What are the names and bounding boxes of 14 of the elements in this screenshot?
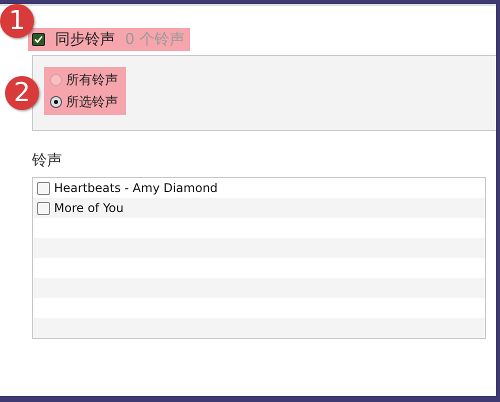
ringtone-count: 0 个铃声 (125, 30, 184, 49)
list-row[interactable]: More of You (33, 198, 485, 218)
ringtone-title: More of You (54, 201, 124, 215)
radio-button[interactable] (50, 96, 62, 108)
callout-badge: 2 (5, 76, 39, 110)
radio-label: 所有铃声 (66, 72, 118, 89)
sync-label: 同步铃声 (55, 30, 115, 49)
row-checkbox[interactable] (37, 202, 50, 214)
sync-checkbox[interactable] (32, 33, 45, 46)
ringtone-title: Heartbeats - Amy Diamond (54, 181, 218, 195)
callout-badge: 1 (0, 4, 34, 38)
section-heading: 铃声 (32, 151, 63, 170)
radio-label: 所选铃声 (66, 94, 118, 111)
row-checkbox[interactable] (37, 182, 50, 194)
